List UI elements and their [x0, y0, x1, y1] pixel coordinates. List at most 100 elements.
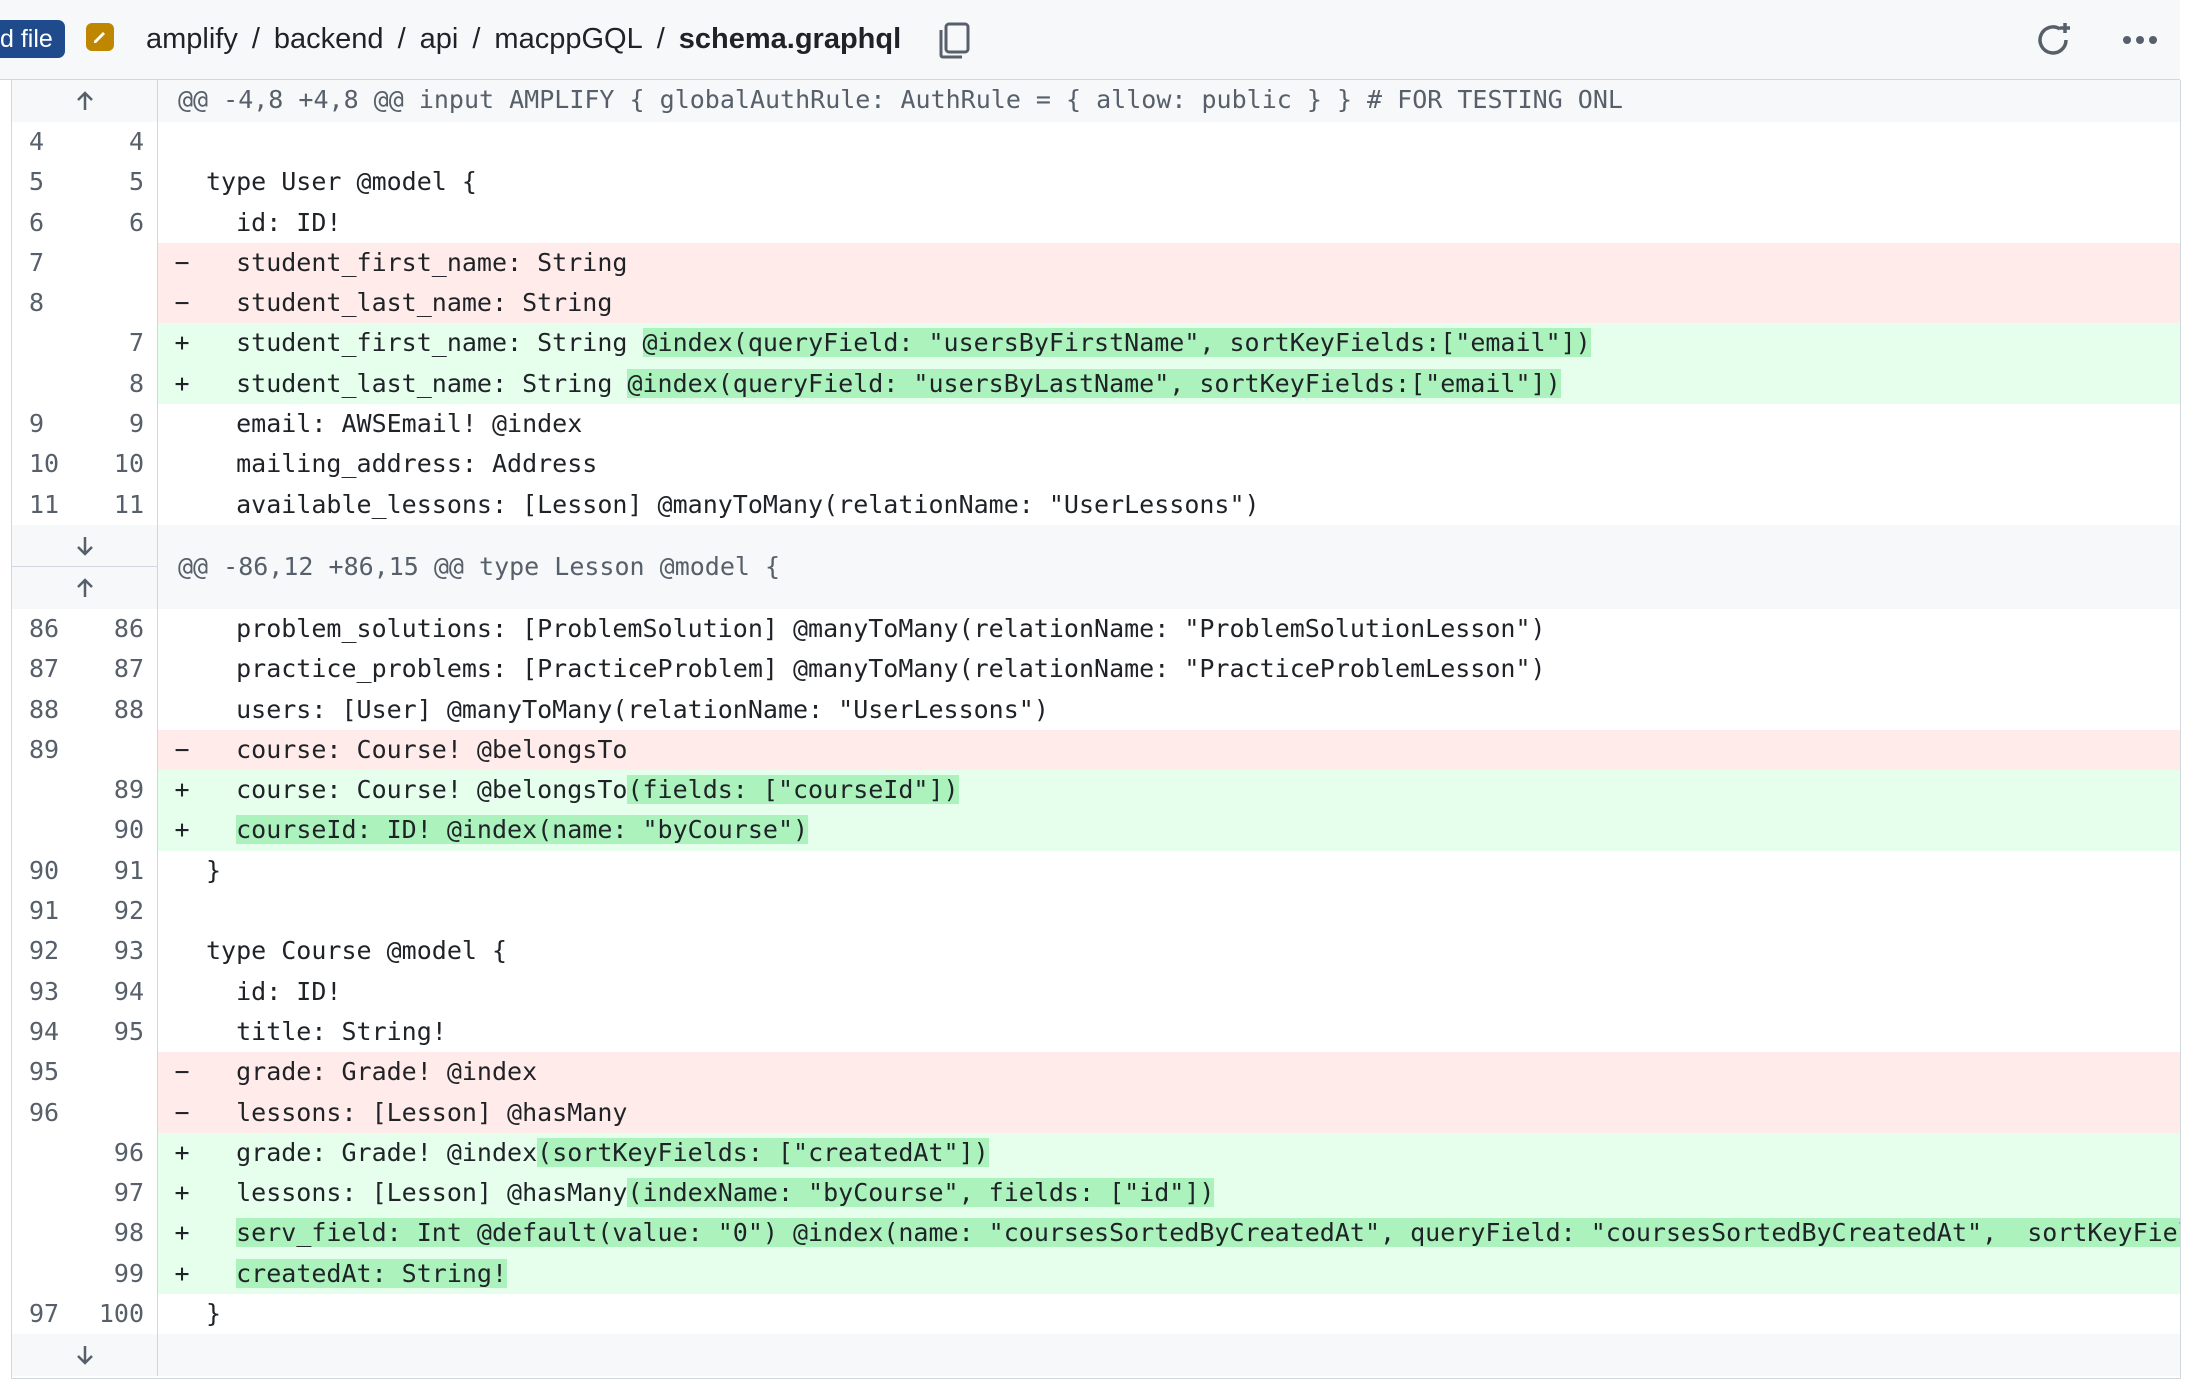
line-number-gutter: 11 11 — [12, 484, 158, 525]
breadcrumb-item[interactable]: macppGQL — [494, 23, 642, 55]
new-line-number[interactable]: 11 — [82, 485, 157, 525]
old-line-number[interactable]: 89 — [12, 730, 82, 770]
new-line-number[interactable] — [82, 1093, 157, 1133]
line-number-gutter: 96 — [12, 1092, 158, 1133]
old-line-number[interactable]: 86 — [12, 609, 82, 649]
new-line-number[interactable]: 98 — [82, 1213, 157, 1253]
kebab-horizontal-icon[interactable] — [2118, 18, 2162, 62]
code-text: practice_problems: [PracticeProblem] @ma… — [206, 654, 1546, 684]
new-line-number[interactable]: 10 — [82, 444, 157, 484]
old-line-number[interactable]: 96 — [12, 1093, 82, 1133]
new-line-number[interactable]: 4 — [82, 122, 157, 162]
arrow-up-icon[interactable] — [12, 567, 157, 609]
old-line-number[interactable]: 6 — [12, 203, 82, 243]
new-line-number[interactable]: 90 — [82, 810, 157, 850]
breadcrumb-item[interactable]: amplify — [146, 23, 238, 55]
old-line-number[interactable]: 9 — [12, 404, 82, 444]
arrow-down-icon[interactable] — [76, 1344, 94, 1366]
code-line: problem_solutions: [ProblemSolution] @ma… — [158, 609, 2180, 649]
code-line: + courseId: ID! @index(name: "byCourse") — [158, 810, 2180, 851]
code-text: student_last_name: String — [206, 288, 613, 318]
arrow-up-icon[interactable] — [76, 90, 94, 112]
old-line-number[interactable]: 94 — [12, 1012, 82, 1052]
diff-marker: − — [174, 247, 190, 277]
new-line-number[interactable]: 88 — [82, 690, 157, 730]
new-line-number[interactable]: 94 — [82, 972, 157, 1012]
old-line-number[interactable] — [12, 1213, 82, 1253]
diff-marker: + — [174, 1178, 190, 1208]
pencil-icon[interactable] — [86, 23, 114, 51]
old-line-number[interactable] — [12, 323, 82, 363]
new-line-number[interactable] — [82, 730, 157, 770]
diff-marker: + — [174, 815, 190, 845]
old-line-number[interactable]: 88 — [12, 690, 82, 730]
new-line-number[interactable]: 89 — [82, 770, 157, 810]
code-line: + student_last_name: String @index(query… — [158, 363, 2180, 405]
code-line: + grade: Grade! @index(sortKeyFields: ["… — [158, 1132, 2180, 1174]
old-line-number[interactable]: 11 — [12, 485, 82, 525]
new-line-number[interactable] — [82, 283, 157, 323]
new-line-number[interactable]: 7 — [82, 323, 157, 363]
old-line-number[interactable]: 91 — [12, 891, 82, 931]
new-line-number[interactable]: 5 — [82, 162, 157, 202]
new-line-number[interactable]: 86 — [82, 609, 157, 649]
addition-line: 96 + grade: Grade! @index(sortKeyFields: … — [12, 1132, 2180, 1174]
old-line-number[interactable] — [12, 1133, 82, 1173]
old-line-number[interactable]: 4 — [12, 122, 82, 162]
breadcrumb-separator: / — [472, 23, 481, 55]
new-line-number[interactable]: 97 — [82, 1173, 157, 1213]
hunk-header-text: @@ -86,12 +86,15 @@ type Lesson @model { — [158, 524, 2180, 609]
new-line-number[interactable]: 6 — [82, 203, 157, 243]
new-line-number[interactable]: 96 — [82, 1133, 157, 1173]
old-line-number[interactable] — [12, 770, 82, 810]
old-line-number[interactable] — [12, 1173, 82, 1213]
line-number-gutter: 94 95 — [12, 1011, 158, 1053]
new-line-number[interactable]: 93 — [82, 931, 157, 971]
current-file-name[interactable]: schema.graphql — [679, 23, 901, 55]
breadcrumb-item[interactable]: backend — [274, 23, 384, 55]
old-line-number[interactable]: 90 — [12, 851, 82, 891]
line-number-gutter: 7 — [12, 242, 158, 284]
old-line-number[interactable] — [12, 1254, 82, 1294]
changed-text-highlight: (fields: ["courseId"]) — [627, 775, 959, 805]
arrow-down-icon[interactable] — [12, 525, 157, 568]
new-line-number[interactable]: 9 — [82, 404, 157, 444]
new-line-number[interactable]: 91 — [82, 851, 157, 891]
new-line-number[interactable]: 100 — [82, 1294, 157, 1334]
old-line-number[interactable]: 10 — [12, 444, 82, 484]
context-line: 94 95 title: String! — [12, 1011, 2180, 1053]
old-line-number[interactable]: 97 — [12, 1294, 82, 1334]
line-number-gutter: 44 — [12, 122, 158, 163]
old-line-number[interactable]: 8 — [12, 283, 82, 323]
new-line-number[interactable]: 87 — [82, 649, 157, 689]
code-text: student_last_name: String — [206, 368, 628, 398]
new-line-number[interactable] — [82, 1052, 157, 1092]
breadcrumb-item[interactable]: api — [420, 23, 459, 55]
old-line-number[interactable]: 7 — [12, 243, 82, 283]
code-text: course: Course! @belongsTo — [206, 775, 628, 805]
old-line-number[interactable]: 95 — [12, 1052, 82, 1092]
new-line-number[interactable]: 95 — [82, 1012, 157, 1052]
copilot-refresh-icon[interactable] — [2032, 18, 2076, 62]
diff-marker: − — [174, 734, 190, 764]
breadcrumb-separator: / — [251, 23, 260, 55]
old-line-number[interactable]: 92 — [12, 931, 82, 971]
code-line: − student_last_name: String — [158, 283, 2180, 324]
new-line-number[interactable]: 99 — [82, 1254, 157, 1294]
new-line-number[interactable] — [82, 243, 157, 283]
new-line-number[interactable]: 92 — [82, 891, 157, 931]
new-line-number[interactable]: 8 — [82, 364, 157, 404]
code-text: } — [206, 855, 222, 885]
old-line-number[interactable]: 5 — [12, 162, 82, 202]
diff-marker: + — [174, 1137, 190, 1167]
diff-marker: − — [174, 1057, 190, 1087]
addition-line: 7 + student_first_name: String @index(que… — [12, 323, 2180, 364]
context-line: 66 id: ID! — [12, 202, 2180, 243]
copy-path-icon[interactable] — [936, 20, 972, 60]
old-line-number[interactable] — [12, 364, 82, 404]
old-line-number[interactable]: 87 — [12, 649, 82, 689]
old-line-number[interactable] — [12, 810, 82, 850]
code-text: type User @model { — [206, 167, 477, 197]
old-line-number[interactable]: 93 — [12, 972, 82, 1012]
